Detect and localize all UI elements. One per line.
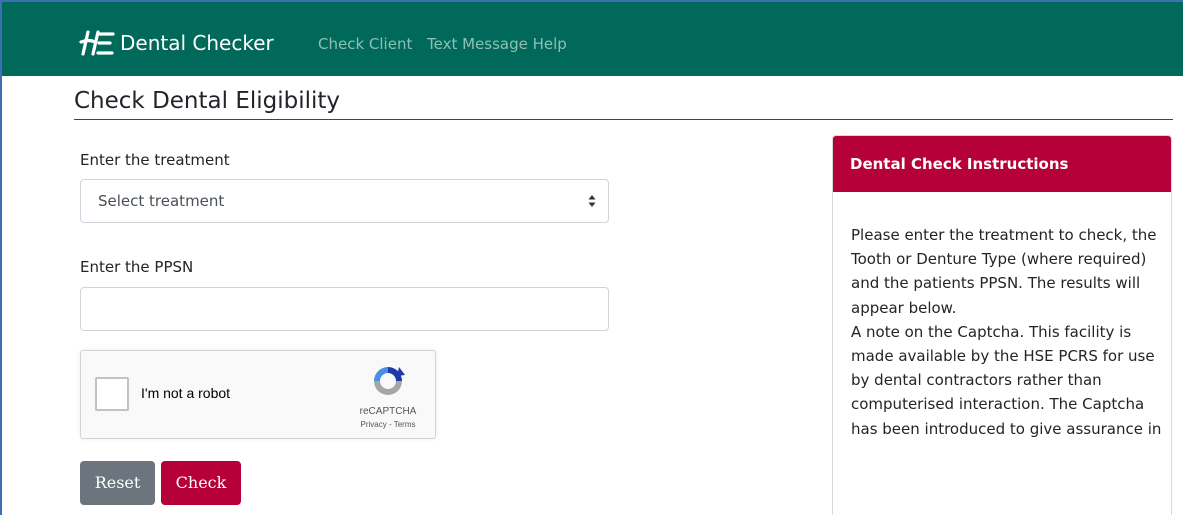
nav-text-message-help[interactable]: Text Message Help (427, 34, 567, 54)
reset-button[interactable]: Reset (80, 461, 155, 505)
recaptcha-brand: reCAPTCHA (359, 406, 417, 417)
treatment-label: Enter the treatment (80, 151, 230, 169)
treatment-select[interactable]: Select treatment (80, 179, 609, 223)
app-window: Dental Checker Check Client Text Message… (0, 0, 1183, 515)
recaptcha-logo-icon (374, 367, 405, 395)
recaptcha-checkbox[interactable] (95, 377, 129, 411)
recaptcha-privacy-terms[interactable]: Privacy - Terms (347, 420, 429, 430)
instructions-panel: Dental Check Instructions Please enter t… (832, 135, 1172, 515)
ppsn-input[interactable] (80, 287, 609, 331)
instructions-panel-title: Dental Check Instructions (833, 136, 1171, 192)
hse-logo-icon[interactable] (77, 29, 115, 57)
check-button[interactable]: Check (161, 461, 241, 505)
title-divider (74, 119, 1173, 120)
instructions-paragraph: Please enter the treatment to check, the… (851, 226, 1157, 317)
top-navbar: Dental Checker Check Client Text Message… (2, 2, 1183, 76)
instructions-paragraph: A note on the Captcha. This facility is … (851, 322, 1162, 438)
brand-name[interactable]: Dental Checker (120, 30, 274, 56)
instructions-panel-body: Please enter the treatment to check, the… (851, 223, 1163, 441)
recaptcha-label: I'm not a robot (141, 385, 231, 401)
recaptcha-widget: I'm not a robot reCAPTCHA Privacy - Term… (80, 350, 436, 439)
ppsn-label: Enter the PPSN (80, 258, 194, 276)
treatment-select-value: Select treatment (98, 192, 225, 210)
select-arrows-icon (588, 195, 596, 207)
page-title: Check Dental Eligibility (74, 88, 341, 114)
nav-check-client[interactable]: Check Client (318, 34, 412, 54)
